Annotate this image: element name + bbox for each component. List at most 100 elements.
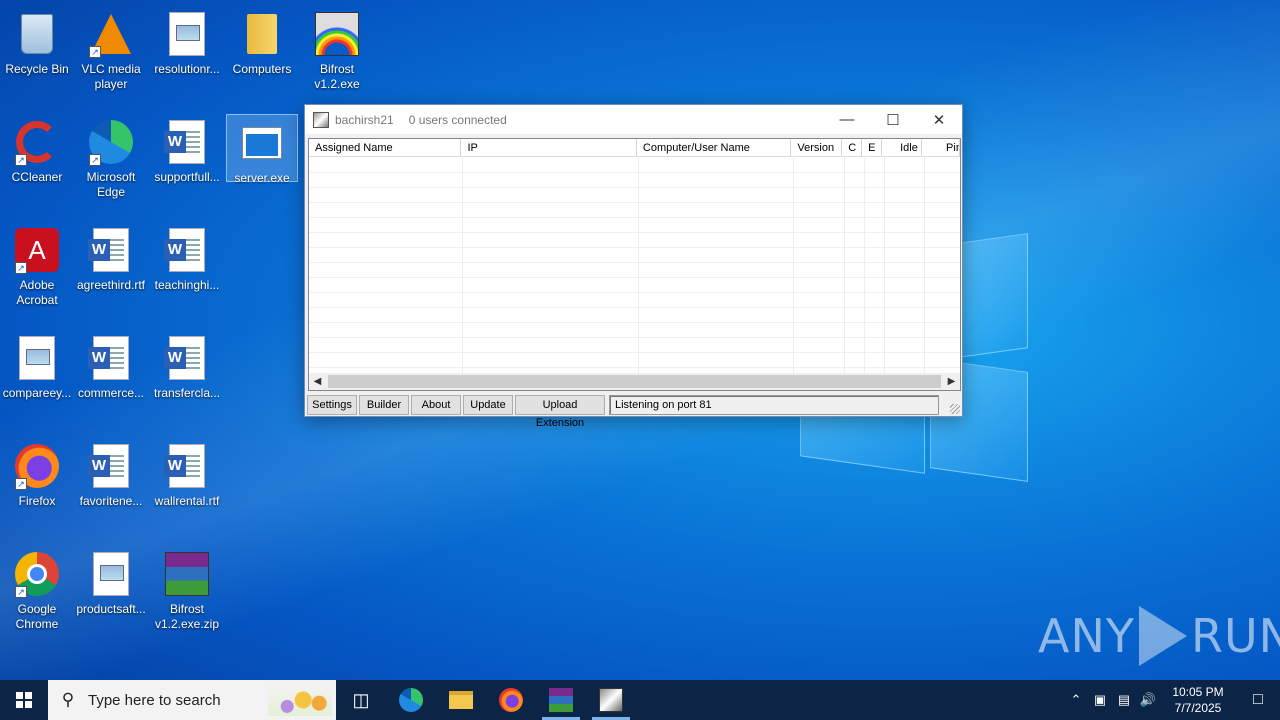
image-file-icon — [13, 334, 61, 382]
desktop-icon-label: server.exe — [234, 171, 290, 185]
desktop-icon-label: Firefox — [18, 494, 56, 508]
desktop-icon-supportfull[interactable]: W supportfull... — [150, 114, 224, 185]
connections-list[interactable]: Assigned Name IP Computer/User Name Vers… — [308, 138, 961, 391]
word-document-icon: W — [163, 334, 211, 382]
vlc-cone-icon: ↗ — [87, 10, 135, 58]
desktop-icon-server-exe[interactable]: server.exe — [226, 114, 298, 185]
users-connected-status: 0 users connected — [408, 112, 507, 127]
desktop-icon-bifrost-exe[interactable]: Bifrost v1.2.exe — [300, 6, 374, 92]
desktop-icon-label: VLC media player — [81, 62, 141, 91]
desktop-icon-label: Computers — [232, 62, 292, 76]
system-tray: ⌃ ▣ ▤ 🔊 10:05 PM 7/7/2025 □ — [1064, 680, 1280, 720]
word-document-icon: W — [87, 442, 135, 490]
start-button[interactable] — [0, 680, 48, 720]
desktop-icon-label: Bifrost v1.2.exe.zip — [154, 602, 220, 631]
desktop-icon-agreethird[interactable]: W agreethird.rtf — [74, 222, 148, 293]
taskbar-search-box[interactable]: ⚲ Type here to search — [48, 680, 336, 720]
update-button[interactable]: Update — [463, 395, 513, 415]
ccleaner-icon: ↗ — [13, 118, 61, 166]
bifrost-rainbow-icon — [313, 10, 361, 58]
bifrost-app-icon — [313, 111, 329, 128]
taskbar-file-explorer-icon[interactable] — [436, 680, 486, 720]
settings-button[interactable]: Settings — [307, 395, 357, 415]
desktop-icon-resolutionr[interactable]: resolutionr... — [150, 6, 224, 77]
desktop-icon-label: transfercla... — [153, 386, 221, 400]
about-button[interactable]: About — [411, 395, 461, 415]
column-ip[interactable]: IP — [461, 139, 637, 156]
desktop-icon-label: compareey... — [2, 386, 72, 400]
desktop-icon-transfercla[interactable]: W transfercla... — [150, 330, 224, 401]
recycle-bin-icon — [13, 10, 61, 58]
upload-extension-button[interactable]: Upload Extension — [515, 395, 605, 429]
desktop-icon-productsaft[interactable]: productsaft... — [74, 546, 148, 617]
column-idle[interactable]: Idle — [882, 139, 923, 156]
desktop-icon-recycle-bin[interactable]: Recycle Bin — [0, 6, 74, 77]
desktop-icon-ccleaner[interactable]: ↗ CCleaner — [0, 114, 74, 185]
taskbar-edge-icon[interactable] — [386, 680, 436, 720]
desktop-icon-google-chrome[interactable]: ↗ Google Chrome — [0, 546, 74, 632]
desktop-icon-label: Adobe Acrobat — [16, 278, 58, 307]
desktop-icon-computers[interactable]: Computers — [225, 6, 299, 77]
column-assigned-name[interactable]: Assigned Name — [309, 139, 462, 156]
bifrost-window: bachirsh21 0 users connected — ☐ ✕ Assig… — [304, 104, 963, 429]
scrollbar-thumb[interactable] — [328, 375, 941, 388]
notifications-icon[interactable]: □ — [1236, 691, 1280, 709]
desktop-icon-vlc[interactable]: ↗ VLC media player — [74, 6, 148, 92]
desktop-icon-firefox[interactable]: ↗ Firefox — [0, 438, 74, 509]
builder-button[interactable]: Builder — [359, 395, 409, 415]
chrome-icon: ↗ — [13, 550, 61, 598]
minimize-icon[interactable]: — — [824, 105, 870, 134]
desktop-icon-bifrost-zip[interactable]: Bifrost v1.2.exe.zip — [150, 546, 224, 632]
show-hidden-icons-chevron-icon[interactable]: ⌃ — [1064, 692, 1088, 708]
list-header: Assigned Name IP Computer/User Name Vers… — [309, 139, 960, 157]
word-document-icon: W — [163, 118, 211, 166]
maximize-icon[interactable]: ☐ — [870, 105, 916, 134]
image-file-icon — [163, 10, 211, 58]
scroll-right-icon[interactable]: ▶ — [943, 376, 960, 387]
horizontal-scrollbar[interactable]: ◀ ▶ — [309, 373, 960, 390]
desktop-icon-label: resolutionr... — [154, 62, 220, 76]
taskbar-bifrost-icon[interactable] — [586, 680, 636, 720]
resize-grip-icon[interactable] — [950, 404, 960, 414]
watermark-left-text: ANY — [1038, 609, 1135, 663]
desktop-icon-adobe-acrobat[interactable]: A ↗ Adobe Acrobat — [0, 222, 74, 308]
word-document-icon: W — [87, 226, 135, 274]
volume-icon[interactable]: 🔊 — [1136, 692, 1160, 708]
search-icon: ⚲ — [61, 690, 75, 709]
column-computer-user-name[interactable]: Computer/User Name — [637, 139, 792, 156]
word-document-icon: W — [163, 442, 211, 490]
desktop-icon-microsoft-edge[interactable]: ↗ Microsoft Edge — [74, 114, 148, 200]
taskbar-firefox-icon[interactable] — [486, 680, 536, 720]
window-titlebar[interactable]: bachirsh21 0 users connected — ☐ ✕ — [305, 105, 962, 134]
adobe-acrobat-icon: A ↗ — [13, 226, 61, 274]
desktop-icon-label: commerce... — [77, 386, 144, 400]
desktop-icon-teachinghi[interactable]: W teachinghi... — [150, 222, 224, 293]
close-icon[interactable]: ✕ — [916, 105, 962, 134]
clock-time: 10:05 PM — [1172, 685, 1224, 699]
column-version[interactable]: Version — [791, 139, 843, 156]
watermark-right-text: RUN — [1190, 609, 1280, 663]
desktop-icon-label: Recycle Bin — [5, 62, 69, 76]
scroll-left-icon[interactable]: ◀ — [309, 376, 326, 387]
column-c[interactable]: C — [842, 139, 863, 156]
word-document-icon: W — [87, 334, 135, 382]
meet-now-icon[interactable]: ▣ — [1088, 692, 1112, 708]
network-icon[interactable]: ▤ — [1112, 692, 1136, 708]
column-e[interactable]: E — [862, 139, 883, 156]
task-view-icon[interactable]: ◫ — [336, 680, 386, 720]
taskbar-winrar-icon[interactable] — [536, 680, 586, 720]
listening-status: Listening on port 81 — [609, 395, 939, 415]
desktop-icon-label: teachinghi... — [154, 278, 220, 292]
word-document-icon: W — [163, 226, 211, 274]
desktop-icon-favoritene[interactable]: W favoritene... — [74, 438, 148, 509]
desktop-icon-commerce[interactable]: W commerce... — [74, 330, 148, 401]
desktop-icon-label: Bifrost v1.2.exe — [314, 62, 360, 91]
clock[interactable]: 10:05 PM 7/7/2025 — [1160, 684, 1236, 716]
desktop-icon-compareey[interactable]: compareey... — [0, 330, 74, 401]
desktop-icon-label: productsaft... — [76, 602, 146, 616]
column-pin[interactable]: Pin — [922, 139, 960, 156]
desktop-icon-label: Microsoft Edge — [86, 170, 136, 199]
desktop-icon-wallrental[interactable]: W wallrental.rtf — [150, 438, 224, 509]
application-exe-icon — [238, 119, 286, 167]
image-file-icon — [87, 550, 135, 598]
